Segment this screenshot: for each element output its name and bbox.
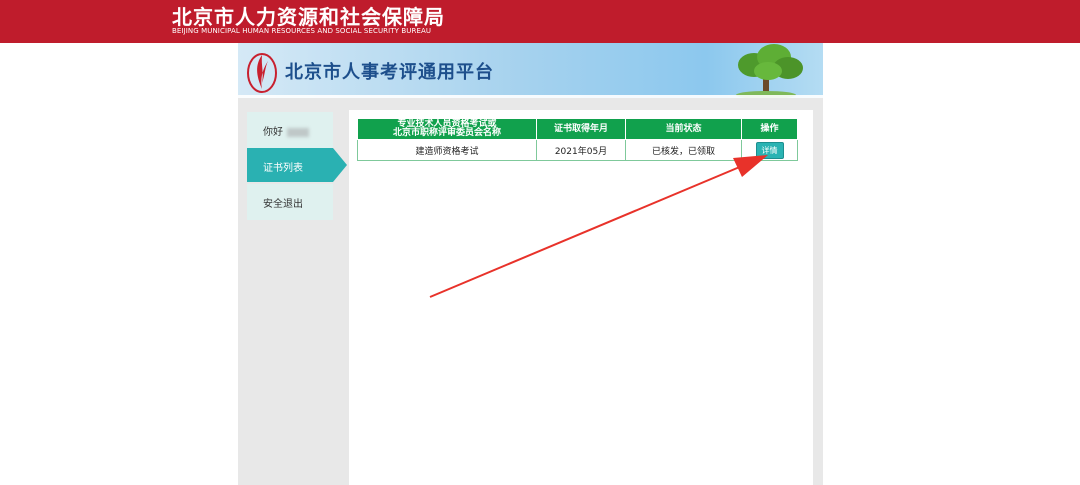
sidebar-item-label: 证书列表 [263, 163, 303, 174]
platform-banner: 北京市人事考评通用平台 [238, 43, 823, 98]
bureau-header: 北京市人力资源和社会保障局 BEIJING MUNICIPAL HUMAN RE… [0, 0, 1080, 43]
cell-date: 2021年05月 [536, 139, 626, 161]
detail-button[interactable]: 详情 [755, 141, 784, 159]
flame-logo-icon [247, 53, 277, 93]
bureau-name-cn: 北京市人力资源和社会保障局 [172, 5, 445, 29]
main-panel: 你好 证书列表 安全退出 专业技术人员资格考试或 北京市职称评审委员会名称 证书… [238, 98, 823, 485]
certificate-list: 专业技术人员资格考试或 北京市职称评审委员会名称 证书取得年月 当前状态 操作 … [349, 110, 813, 485]
column-header-status: 当前状态 [625, 118, 742, 140]
cell-action: 详情 [741, 139, 798, 161]
column-header-date: 证书取得年月 [536, 118, 626, 140]
certificate-table: 专业技术人员资格考试或 北京市职称评审委员会名称 证书取得年月 当前状态 操作 … [357, 118, 798, 161]
cell-status: 已核发，已领取 [625, 139, 742, 161]
column-header-name: 专业技术人员资格考试或 北京市职称评审委员会名称 [357, 118, 537, 140]
sidebar-item-certificates[interactable]: 证书列表 [247, 148, 347, 182]
sidebar-item-logout[interactable]: 安全退出 [247, 184, 333, 220]
greeting-text: 你好 [263, 127, 283, 138]
column-header-action: 操作 [741, 118, 798, 140]
tree-icon [736, 44, 803, 98]
sidebar-item-label: 安全退出 [263, 199, 303, 210]
platform-title: 北京市人事考评通用平台 [285, 62, 494, 83]
cell-exam-name: 建造师资格考试 [357, 139, 537, 161]
bureau-name-en: BEIJING MUNICIPAL HUMAN RESOURCES AND SO… [172, 27, 432, 35]
user-greeting: 你好 [247, 112, 333, 148]
blurred-username [287, 127, 309, 137]
table-row: 建造师资格考试 2021年05月 已核发，已领取 详情 [357, 139, 798, 161]
